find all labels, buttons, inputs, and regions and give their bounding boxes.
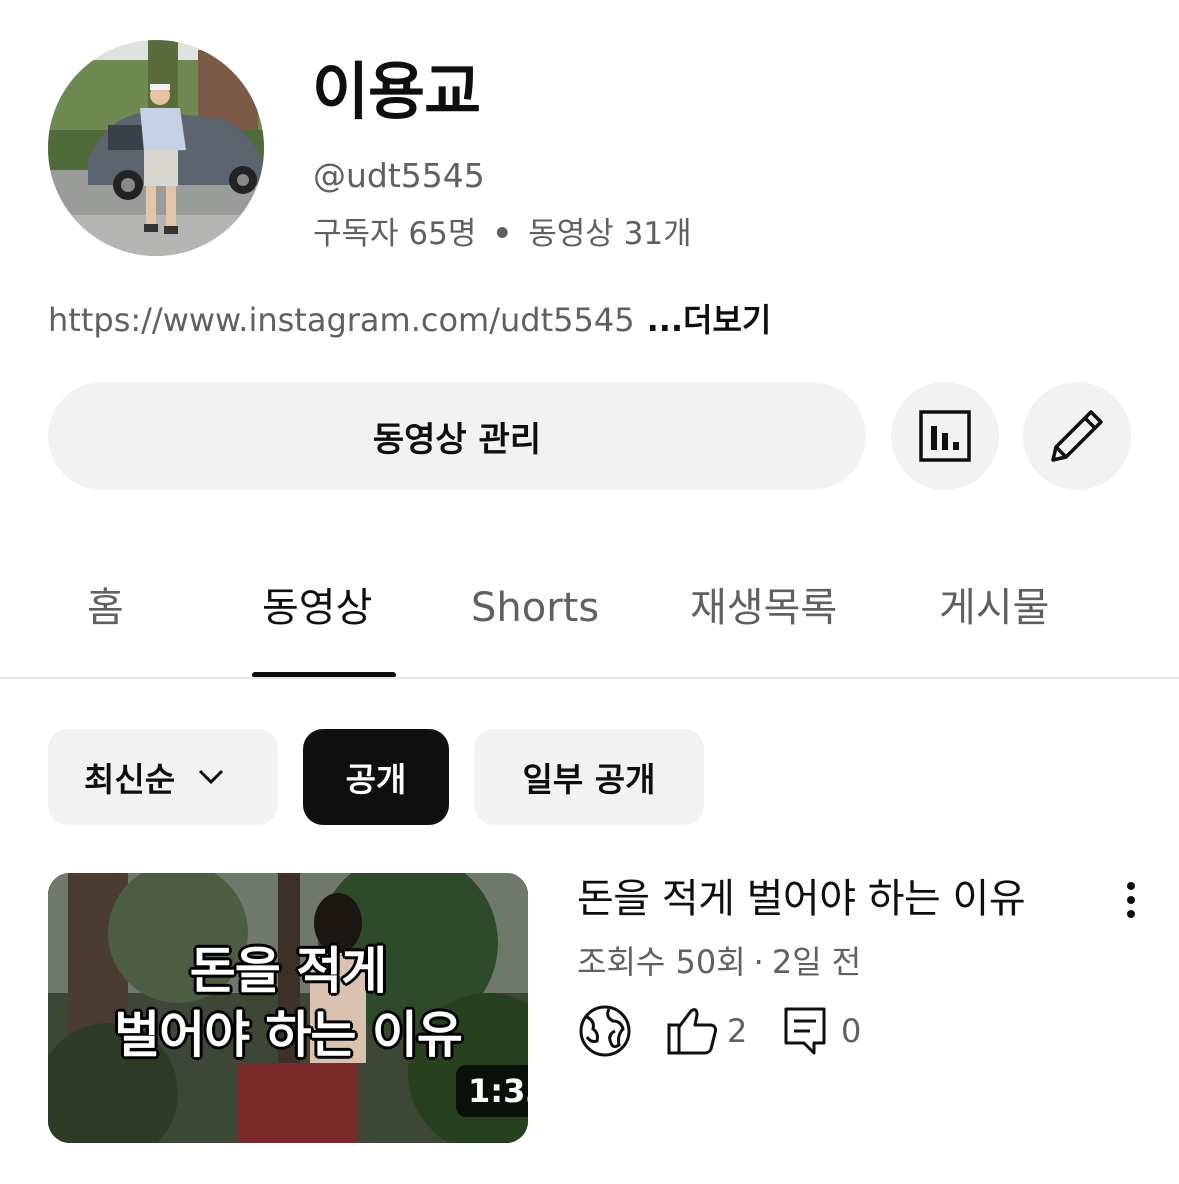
view-count: 조회수 50회 [577, 943, 746, 981]
channel-tabs: 홈 동영상 Shorts 재생목록 게시물 [0, 560, 1179, 680]
upload-age: 2일 전 [771, 943, 862, 981]
video-title[interactable]: 돈을 적게 벌어야 하는 이유 [577, 872, 1026, 926]
manage-videos-button[interactable]: 동영상 관리 [48, 382, 866, 490]
analytics-icon [919, 410, 971, 462]
analytics-button[interactable] [891, 382, 999, 490]
stats-separator: • [492, 216, 513, 252]
video-meta: 조회수 50회 · 2일 전 [577, 940, 861, 984]
channel-avatar[interactable] [48, 40, 264, 256]
pencil-icon [1051, 410, 1103, 462]
tab-videos[interactable]: 동영상 [262, 578, 372, 638]
tab-playlists[interactable]: 재생목록 [690, 578, 837, 638]
channel-description[interactable]: https://www.instagram.com/udt5545 ...더보기 [48, 298, 771, 342]
channel-handle: @udt5545 [313, 156, 485, 195]
thumbnail-title-line1: 돈을 적게 [189, 942, 387, 1000]
thumbnail-title-line2: 벌어야 하는 이유 [114, 1006, 463, 1064]
chevron-down-icon [197, 768, 225, 786]
chip-unlisted[interactable]: 일부 공개 [474, 729, 704, 825]
video-thumbnail[interactable]: 돈을 적게 벌어야 하는 이유 1:33 [48, 873, 528, 1143]
sort-label: 최신순 [84, 760, 176, 799]
more-options-icon[interactable] [1110, 876, 1152, 924]
description-link[interactable]: https://www.instagram.com/udt5545 [48, 301, 635, 339]
video-count: 동영상 31개 [528, 216, 692, 252]
globe-icon [579, 1005, 631, 1057]
more-link[interactable]: ...더보기 [647, 301, 772, 339]
tabs-divider [0, 677, 1179, 679]
comment-count: 0 [841, 1012, 862, 1050]
video-duration: 1:33 [456, 1065, 528, 1117]
meta-separator: · [753, 943, 764, 981]
like-icon[interactable] [665, 1003, 719, 1057]
subscriber-count: 구독자 65명 [313, 216, 477, 252]
comment-icon[interactable] [782, 1003, 828, 1059]
sort-dropdown[interactable]: 최신순 [48, 729, 278, 825]
chip-public[interactable]: 공개 [303, 729, 449, 825]
edit-channel-button[interactable] [1023, 382, 1131, 490]
tab-posts[interactable]: 게시물 [939, 578, 1049, 638]
like-count: 2 [727, 1012, 748, 1050]
tab-home[interactable]: 홈 [87, 578, 124, 638]
avatar-photo [48, 40, 264, 256]
tab-shorts[interactable]: Shorts [471, 578, 599, 638]
channel-name: 이용교 [312, 55, 481, 128]
channel-stats: 구독자 65명 • 동영상 31개 [313, 212, 692, 256]
